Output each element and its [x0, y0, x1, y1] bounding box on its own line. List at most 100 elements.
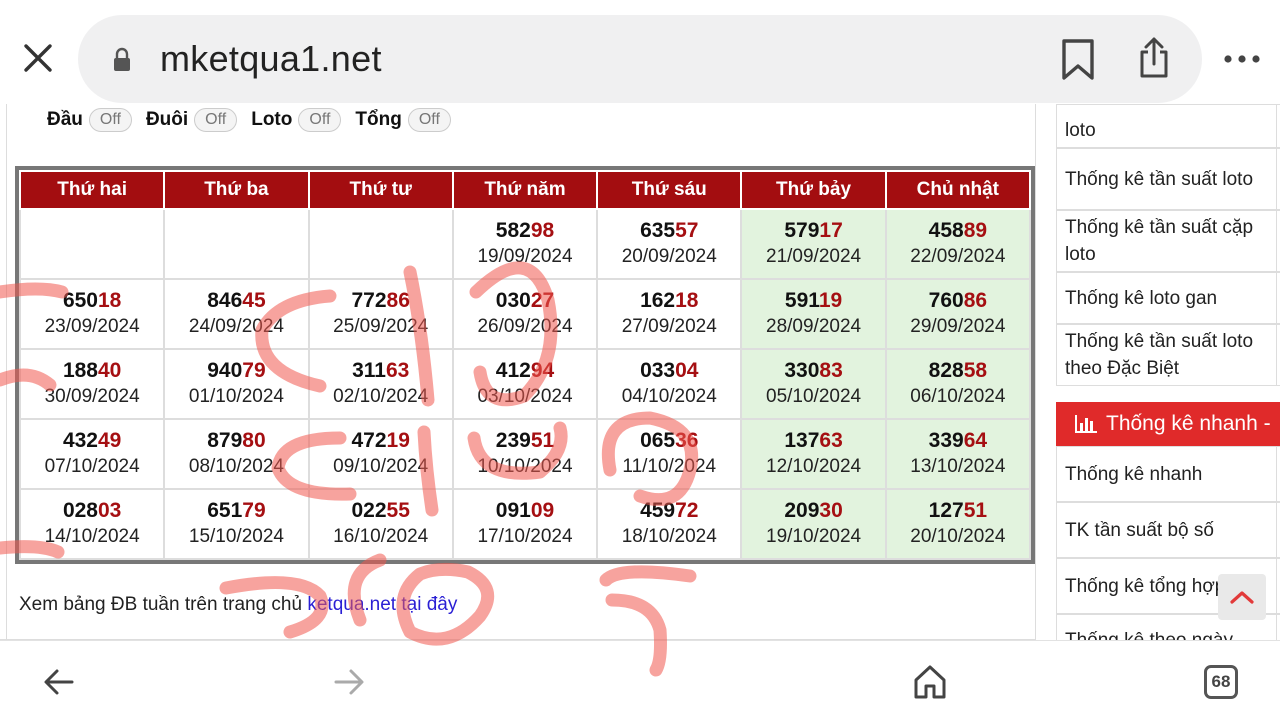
sidebar-item-pair-frequency[interactable]: Thống kê tần suất cặp loto — [1056, 210, 1280, 272]
result-date: 28/09/2024 — [766, 316, 862, 337]
result-date: 08/10/2024 — [188, 456, 284, 477]
result-number-head: 582 — [495, 219, 531, 242]
filter-label-tong: Tổng — [355, 109, 402, 130]
close-icon[interactable] — [22, 42, 54, 74]
result-number: 87980 — [165, 428, 307, 454]
result-cell: 94079 01/10/2024 — [163, 348, 310, 420]
sidebar-item-loto[interactable]: loto — [1056, 104, 1280, 148]
result-date: 18/10/2024 — [621, 526, 717, 547]
result-number-tail: 19 — [386, 429, 410, 452]
scroll-to-top-button[interactable] — [1218, 574, 1266, 620]
result-number-head: 459 — [640, 499, 676, 522]
result-number-tail: 18 — [675, 289, 699, 312]
quick-stats-header: Thống kê nhanh - — [1056, 402, 1280, 446]
result-number: 84645 — [165, 288, 307, 314]
result-number: 33083 — [742, 358, 884, 384]
column-header: Thứ tư — [307, 170, 454, 210]
result-number: 16218 — [598, 288, 740, 314]
sidebar-item-loto-frequency[interactable]: Thống kê tần suất loto — [1056, 148, 1280, 210]
result-number-tail: 04 — [675, 359, 699, 382]
result-cell: 63557 20/09/2024 — [596, 208, 743, 280]
result-number: 57917 — [742, 218, 884, 244]
column-header: Thứ ba — [163, 170, 310, 210]
result-number-head: 458 — [928, 219, 964, 242]
sidebar-item-label: loto — [1065, 120, 1096, 141]
sidebar-item-number-set[interactable]: TK tần suất bộ số — [1056, 502, 1280, 558]
result-date: 22/09/2024 — [910, 246, 1006, 267]
result-cell: 45972 18/10/2024 — [596, 488, 743, 560]
more-options-icon[interactable] — [1222, 52, 1262, 66]
result-number-head: 311 — [352, 359, 386, 382]
result-date: 23/09/2024 — [44, 316, 140, 337]
result-date: 10/10/2024 — [477, 456, 573, 477]
result-cell — [307, 208, 454, 280]
result-cell: 45889 22/09/2024 — [884, 208, 1032, 280]
share-icon[interactable] — [1136, 36, 1172, 80]
result-number: 94079 — [165, 358, 307, 384]
result-number: 33964 — [887, 428, 1029, 454]
table-row: 43249 07/10/2024 87980 08/10/2024 47219 09/10… — [18, 418, 1032, 490]
here-link[interactable]: tại đây — [401, 594, 457, 615]
result-number-head: 239 — [495, 429, 531, 452]
bar-chart-icon — [1075, 415, 1097, 433]
toggle-dau[interactable]: Off — [88, 108, 132, 132]
result-number-head: 472 — [351, 429, 387, 452]
column-header: Thứ bảy — [740, 170, 887, 210]
back-arrow-icon[interactable] — [42, 667, 76, 697]
column-header: Chủ nhật — [884, 170, 1032, 210]
result-cell: 82858 06/10/2024 — [884, 348, 1032, 420]
sidebar-item-quick-stats[interactable]: Thống kê nhanh — [1056, 446, 1280, 502]
result-cell: 65018 23/09/2024 — [18, 278, 166, 350]
toggle-loto[interactable]: Off — [298, 108, 342, 132]
result-number-head: 065 — [640, 429, 676, 452]
result-number-head: 579 — [784, 219, 820, 242]
result-number-head: 940 — [207, 359, 243, 382]
toggle-tong[interactable]: Off — [407, 108, 451, 132]
tab-count-button[interactable]: 68 — [1204, 665, 1238, 699]
result-number-tail: 63 — [819, 429, 843, 452]
results-table-frame: Thứ hai Thứ ba Thứ tư Thứ năm Thứ sáu Thứ bảy… — [15, 166, 1035, 564]
result-cell: 12751 20/10/2024 — [884, 488, 1032, 560]
sidebar-item-label: Thống kê tần suất loto theo Đặc Biệt — [1065, 331, 1254, 379]
result-date: 13/10/2024 — [910, 456, 1006, 477]
home-link[interactable]: ketqua.net — [307, 594, 396, 615]
result-number: 12751 — [887, 498, 1029, 524]
result-number-tail: 51 — [530, 429, 555, 452]
result-cell: 20930 19/10/2024 — [740, 488, 887, 560]
result-cell: 84645 24/09/2024 — [163, 278, 310, 350]
sidebar-item-loto-gan[interactable]: Thống kê loto gan — [1056, 272, 1280, 324]
result-number: 20930 — [742, 498, 884, 524]
result-date: 19/10/2024 — [766, 526, 862, 547]
forward-arrow-icon[interactable] — [332, 667, 366, 697]
result-number-tail: 58 — [963, 359, 988, 382]
result-number: 02803 — [21, 498, 163, 524]
result-number: 45889 — [887, 218, 1029, 244]
result-date: 05/10/2024 — [766, 386, 862, 407]
result-number-tail: 03 — [97, 499, 122, 522]
result-number-tail: 36 — [675, 429, 699, 452]
bookmark-icon[interactable] — [1060, 38, 1096, 82]
result-date: 11/10/2024 — [622, 456, 717, 477]
browser-bottom-bar: 68 — [0, 640, 1280, 720]
result-cell: 87980 08/10/2024 — [163, 418, 310, 490]
sidebar-item-label: Thống kê tần suất loto — [1065, 168, 1254, 190]
result-cell — [163, 208, 310, 280]
result-cell: 76086 29/09/2024 — [884, 278, 1032, 350]
sidebar-item-special-frequency[interactable]: Thống kê tần suất loto theo Đặc Biệt — [1056, 324, 1280, 386]
url-text[interactable]: mketqua1.net — [160, 38, 382, 80]
result-number: 03304 — [598, 358, 740, 384]
result-date: 09/10/2024 — [333, 456, 429, 477]
result-number-head: 651 — [207, 499, 243, 522]
result-number: 23951 — [454, 428, 596, 454]
home-icon[interactable] — [912, 663, 948, 701]
result-cell: 13763 12/10/2024 — [740, 418, 887, 490]
result-number-head: 635 — [640, 219, 676, 242]
toggle-duoi[interactable]: Off — [194, 108, 238, 132]
filter-label-dau: Đầu — [47, 109, 83, 130]
stats-sidebar: loto Thống kê tần suất loto Thống kê tần… — [1056, 104, 1280, 640]
quick-stats-title: Thống kê nhanh - — [1106, 412, 1271, 435]
result-number-head: 028 — [62, 499, 98, 522]
result-date: 25/09/2024 — [333, 316, 429, 337]
table-row: 02803 14/10/2024 65179 15/10/2024 02255 16/10… — [18, 488, 1032, 560]
result-number: 41294 — [454, 358, 596, 384]
